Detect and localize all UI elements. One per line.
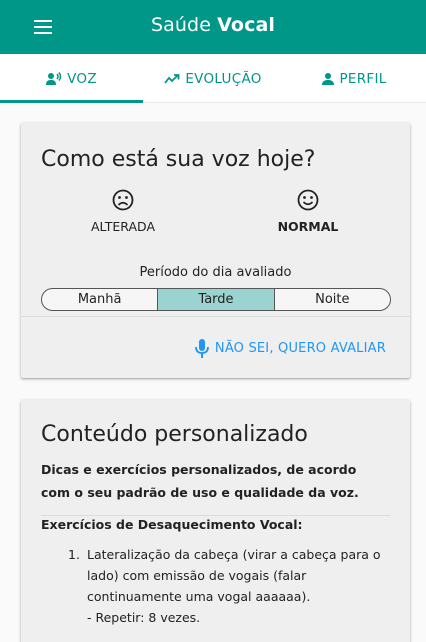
tab-label-perfil: PERFIL <box>339 70 387 87</box>
period-selector: Manhã Tarde Noite <box>41 288 391 311</box>
exercise-repeat: - Repetir: 8 vezes. <box>87 610 201 625</box>
tab-voz[interactable]: VOZ <box>0 54 143 103</box>
tab-label-evolucao: EVOLUÇÃO <box>185 70 262 87</box>
period-label: Período do dia avaliado <box>139 265 292 280</box>
tab-perfil[interactable]: PERFIL <box>283 54 426 103</box>
content-intro: Dicas e exercícios personalizados, de ac… <box>41 462 359 500</box>
period-noite-button[interactable]: Noite <box>275 289 390 310</box>
tab-bar: VOZ EVOLUÇÃO PERFIL <box>0 54 426 103</box>
exercise-item: Lateralização da cabeça (virar a cabeça … <box>87 544 387 628</box>
voice-icon <box>46 71 62 85</box>
mood-label-normal: NORMAL <box>277 219 339 234</box>
app-title-bold: Vocal <box>217 14 275 36</box>
mood-alterada[interactable]: ALTERADA <box>83 189 163 234</box>
period-manha-button[interactable]: Manhã <box>42 289 159 310</box>
exercise-number: 1. <box>68 547 80 562</box>
app-title-regular: Saúde <box>151 14 218 36</box>
period-tarde-button[interactable]: Tarde <box>158 289 275 310</box>
evaluate-button[interactable]: NÃO SEI, QUERO AVALIAR <box>194 339 386 358</box>
card-divider <box>21 316 410 317</box>
happy-face-icon <box>297 189 319 211</box>
exercise-section-title: Exercícios de Desaquecimento Vocal: <box>41 517 303 532</box>
tab-label-voz: VOZ <box>67 70 97 87</box>
microphone-icon <box>194 339 209 358</box>
sad-face-icon <box>112 189 134 211</box>
mood-normal[interactable]: NORMAL <box>268 189 348 234</box>
trending-icon <box>164 73 180 84</box>
tab-indicator <box>0 100 143 103</box>
app-title: Saúde Vocal <box>0 14 426 36</box>
voice-card-title: Como está sua voz hoje? <box>41 147 316 172</box>
content-card-title: Conteúdo personalizado <box>41 422 308 447</box>
exercise-text: Lateralização da cabeça (virar a cabeça … <box>87 547 381 604</box>
mood-label-alterada: ALTERADA <box>90 219 155 234</box>
content-divider <box>41 515 390 516</box>
voice-card: Como está sua voz hoje? ALTERADA NORMAL … <box>21 123 410 378</box>
app-bar: Saúde Vocal <box>0 0 426 54</box>
tab-evolucao[interactable]: EVOLUÇÃO <box>143 54 283 103</box>
content-card: Conteúdo personalizado Dicas e exercício… <box>21 400 410 642</box>
person-icon <box>322 72 335 85</box>
evaluate-button-label: NÃO SEI, QUERO AVALIAR <box>214 341 386 356</box>
